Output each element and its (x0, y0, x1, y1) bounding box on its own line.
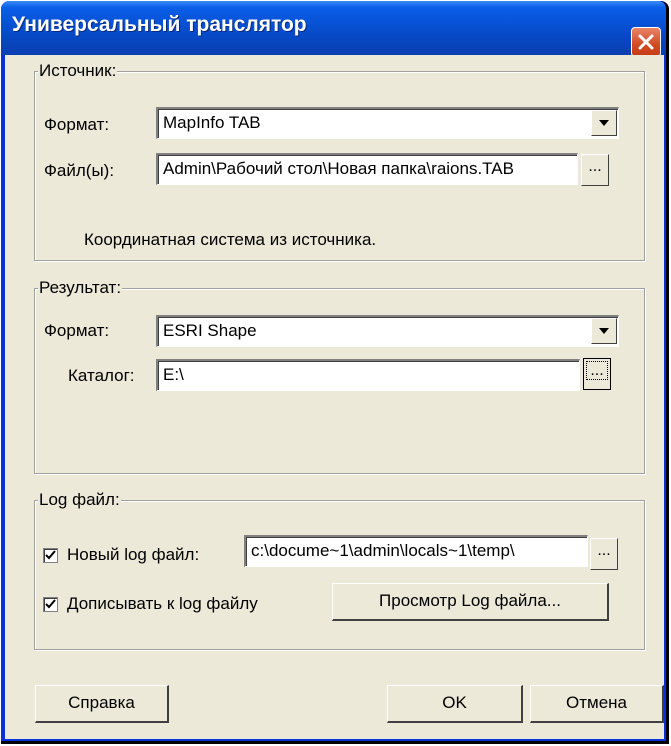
source-format-dropdown-button[interactable] (591, 110, 617, 136)
source-legend: Источник: (38, 61, 118, 81)
result-browse-button[interactable]: ... (583, 358, 611, 390)
source-browse-button[interactable]: ... (581, 154, 609, 186)
result-catalog-input[interactable]: E:\ (156, 359, 580, 391)
log-legend: Log файл: (38, 490, 121, 510)
ok-button[interactable]: OK (387, 685, 523, 723)
ellipsis-icon: ... (586, 361, 608, 380)
result-group: Результат: Формат: ESRI Shape Каталог: E… (34, 278, 645, 474)
result-format-label: Формат: (44, 321, 110, 340)
source-group: Источник: Формат: MapInfo TAB Файл(ы): A… (34, 61, 645, 261)
ellipsis-icon: ... (597, 542, 611, 559)
result-format-select[interactable]: ESRI Shape (156, 315, 619, 347)
result-format-dropdown-button[interactable] (591, 318, 617, 344)
source-coord-text: Координатная система из источника. (84, 230, 377, 249)
log-group: Log файл: Новый log файл: c:\docume~1\ad… (34, 490, 645, 650)
check-icon (45, 550, 56, 560)
title-bar[interactable]: Универсальный транслятор (1, 1, 666, 57)
source-format-select[interactable]: MapInfo TAB (156, 107, 619, 139)
cancel-button[interactable]: Отмена (530, 685, 664, 723)
append-log-checkbox[interactable] (43, 597, 58, 612)
close-button[interactable] (631, 27, 661, 57)
new-log-checkbox[interactable] (43, 548, 58, 563)
dialog-window: Универсальный транслятор Источник: Форма… (1, 1, 669, 744)
dialog-body: Источник: Формат: MapInfo TAB Файл(ы): A… (5, 55, 664, 739)
chevron-down-icon (599, 120, 609, 126)
result-legend: Результат: (38, 278, 123, 298)
source-format-value: MapInfo TAB (163, 113, 261, 132)
ellipsis-icon: ... (588, 158, 602, 175)
source-format-label: Формат: (44, 115, 110, 134)
view-log-button[interactable]: Просмотр Log файла... (332, 583, 609, 621)
chevron-down-icon (599, 328, 609, 334)
new-log-path-input[interactable]: c:\docume~1\admin\locals~1\temp\ (244, 535, 588, 567)
new-log-path-value: c:\docume~1\admin\locals~1\temp\ (251, 541, 515, 560)
result-format-value: ESRI Shape (163, 321, 257, 340)
source-files-value: Admin\Рабочий стол\Новая папка\raions.TA… (163, 159, 514, 178)
result-catalog-value: E:\ (163, 365, 184, 384)
append-log-label: Дописывать к log файлу (67, 594, 258, 613)
close-icon (638, 34, 654, 50)
window-title: Универсальный транслятор (12, 13, 307, 36)
new-log-label: Новый log файл: (67, 545, 200, 564)
result-catalog-label: Каталог: (68, 366, 135, 385)
help-button[interactable]: Справка (35, 685, 169, 723)
check-icon (45, 599, 56, 609)
source-files-label: Файл(ы): (44, 161, 115, 180)
log-browse-button[interactable]: ... (590, 538, 618, 570)
source-files-input[interactable]: Admin\Рабочий стол\Новая папка\raions.TA… (156, 153, 578, 185)
